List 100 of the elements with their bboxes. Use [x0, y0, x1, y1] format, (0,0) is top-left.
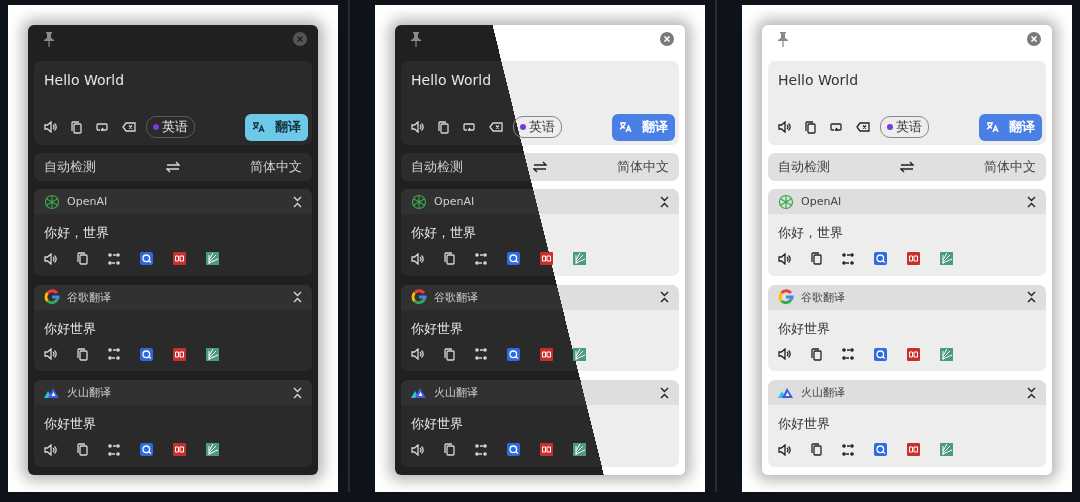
language-tag: 英语	[146, 116, 195, 138]
close-button[interactable]	[660, 31, 674, 46]
target-language[interactable]: 简体中文	[984, 157, 1036, 176]
copy-icon[interactable]	[805, 120, 816, 134]
leaf-app-icon[interactable]	[573, 443, 586, 457]
swap-dots-icon[interactable]	[842, 348, 854, 361]
lens-app-icon[interactable]	[507, 347, 520, 361]
collapse-icon[interactable]	[1027, 195, 1036, 208]
swap-dots-icon[interactable]	[108, 348, 120, 361]
lens-app-icon[interactable]	[507, 252, 520, 266]
input-box[interactable]: Hello World 英语 翻译	[768, 60, 1046, 145]
speaker-icon[interactable]	[411, 348, 424, 361]
lens-app-icon[interactable]	[140, 252, 153, 266]
openai-logo-icon	[411, 193, 427, 210]
copy-icon[interactable]	[444, 347, 455, 361]
lens-app-icon[interactable]	[140, 443, 153, 457]
pin-icon[interactable]	[42, 30, 56, 47]
collapse-icon[interactable]	[1027, 386, 1036, 399]
copy-icon[interactable]	[811, 443, 822, 457]
input-box[interactable]: Hello World 英语 翻译	[34, 60, 312, 145]
speaker-icon[interactable]	[411, 443, 424, 456]
collapse-icon[interactable]	[1027, 291, 1036, 304]
enter-icon[interactable]	[830, 123, 842, 131]
swap-dots-icon[interactable]	[475, 348, 487, 361]
openai-logo-icon	[778, 193, 794, 210]
translate-icon	[252, 121, 265, 133]
speaker-icon[interactable]	[778, 348, 791, 361]
copy-icon[interactable]	[77, 443, 88, 457]
leaf-app-icon[interactable]	[206, 443, 219, 457]
clear-icon[interactable]	[856, 122, 870, 132]
speaker-icon[interactable]	[44, 121, 57, 133]
swap-dots-icon[interactable]	[842, 252, 854, 265]
book-app-icon[interactable]	[173, 443, 186, 457]
copy-icon[interactable]	[71, 120, 82, 134]
result-header[interactable]: 火山翻译	[34, 380, 312, 406]
speaker-icon[interactable]	[44, 348, 57, 361]
lens-app-icon[interactable]	[507, 443, 520, 457]
translation-text: 你好，世界	[411, 224, 476, 243]
source-language[interactable]: 自动检测	[778, 157, 830, 176]
translate-button[interactable]: 翻译	[979, 113, 1042, 141]
input-box[interactable]: Hello World 英语 翻译	[401, 60, 679, 145]
book-app-icon[interactable]	[173, 252, 186, 266]
swap-dots-icon[interactable]	[108, 443, 120, 456]
book-app-icon[interactable]	[540, 443, 553, 457]
language-tag: 英语	[880, 116, 929, 138]
input-text: Hello World	[778, 71, 859, 88]
speaker-icon[interactable]	[411, 252, 424, 265]
copy-icon[interactable]	[444, 443, 455, 457]
copy-icon[interactable]	[438, 120, 449, 134]
translate-button[interactable]: 翻译	[612, 113, 675, 141]
collapse-icon[interactable]	[660, 386, 669, 399]
speaker-icon[interactable]	[778, 252, 791, 265]
book-app-icon[interactable]	[540, 252, 553, 266]
result-header[interactable]: 谷歌翻译	[34, 284, 312, 310]
result-header[interactable]: OpenAI	[401, 189, 679, 215]
result-header[interactable]: 谷歌翻译	[401, 284, 679, 310]
source-language[interactable]: 自动检测	[411, 157, 463, 176]
leaf-app-icon[interactable]	[206, 347, 219, 361]
swap-dots-icon[interactable]	[475, 252, 487, 265]
translation-text: 你好世界	[778, 319, 830, 338]
result-header[interactable]: 谷歌翻译	[768, 284, 1046, 310]
book-app-icon[interactable]	[173, 347, 186, 361]
speaker-icon[interactable]	[778, 443, 791, 456]
google-logo-icon	[411, 289, 427, 306]
translate-button[interactable]: 翻译	[245, 113, 308, 141]
close-button[interactable]	[1027, 31, 1041, 46]
swap-dots-icon[interactable]	[475, 443, 487, 456]
speaker-icon[interactable]	[44, 443, 57, 456]
copy-icon[interactable]	[77, 347, 88, 361]
source-language[interactable]: 自动检测	[44, 157, 96, 176]
google-logo-icon	[778, 289, 794, 306]
result-header[interactable]: 火山翻译	[401, 380, 679, 406]
leaf-app-icon[interactable]	[206, 252, 219, 266]
lens-app-icon[interactable]	[140, 347, 153, 361]
service-name: 谷歌翻译	[67, 289, 111, 305]
pin-icon[interactable]	[409, 30, 423, 47]
swap-icon[interactable]	[900, 160, 914, 173]
target-language[interactable]: 简体中文	[250, 157, 302, 176]
pin-icon[interactable]	[776, 30, 790, 47]
copy-icon[interactable]	[77, 252, 88, 266]
copy-icon[interactable]	[811, 252, 822, 266]
swap-dots-icon[interactable]	[108, 252, 120, 265]
speaker-icon[interactable]	[778, 121, 791, 133]
collapse-icon[interactable]	[660, 291, 669, 304]
google-logo-icon	[44, 289, 60, 306]
speaker-icon[interactable]	[44, 252, 57, 265]
result-header[interactable]: 火山翻译	[768, 380, 1046, 406]
swap-icon[interactable]	[533, 160, 547, 173]
swap-dots-icon[interactable]	[842, 443, 854, 456]
translation-text: 你好世界	[44, 415, 96, 434]
target-language[interactable]: 简体中文	[617, 157, 669, 176]
copy-icon[interactable]	[811, 347, 822, 361]
mountain-logo-icon	[778, 386, 794, 399]
input-text: Hello World	[411, 71, 492, 88]
book-app-icon[interactable]	[540, 347, 553, 361]
result-header[interactable]: OpenAI	[34, 189, 312, 215]
speaker-icon[interactable]	[411, 121, 424, 133]
copy-icon[interactable]	[444, 252, 455, 266]
result-header[interactable]: OpenAI	[768, 189, 1046, 215]
collapse-icon[interactable]	[660, 195, 669, 208]
